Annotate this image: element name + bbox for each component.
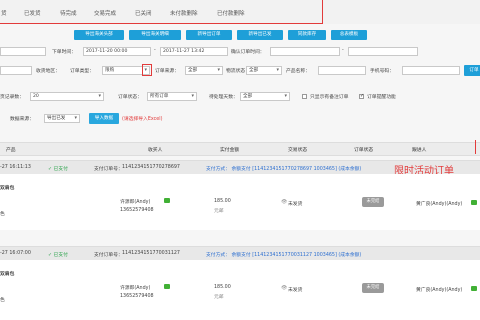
- date-range-dash: -: [154, 48, 156, 53]
- product-name-input[interactable]: [318, 66, 366, 75]
- wechat-icon[interactable]: [164, 198, 170, 203]
- buyer-name: 许源郎(Andy): [120, 286, 151, 291]
- confirm-time-label: 确认订单时间：: [231, 50, 265, 55]
- order-row: 双肩包 色 许源郎(Andy) 13652579408 185.00 元邮 👁 …: [0, 174, 480, 230]
- col-order-status: 订单状态: [354, 148, 374, 153]
- only-remark-checkbox[interactable]: [302, 94, 307, 99]
- trade-status: 未发货: [288, 288, 303, 293]
- pay-no: 1141234151770278697: [122, 165, 180, 170]
- order-type-label: 订单类型：: [70, 69, 94, 74]
- data-source-label: 数据来源：: [10, 117, 34, 122]
- amount: 185.00: [214, 285, 231, 290]
- phone-label: 手机号码：: [370, 69, 394, 74]
- filter-input-left-2[interactable]: [0, 66, 32, 75]
- paid-badge: ✓ 已支付: [48, 253, 68, 258]
- filter-input-left[interactable]: [0, 47, 46, 56]
- product-name: 双肩包: [0, 272, 15, 277]
- order-remind-checkbox[interactable]: [359, 93, 364, 99]
- pay-method: 支付方式： 余额支付 [1141234151770031127 1003465]…: [206, 253, 362, 258]
- col-amount: 实付金额: [220, 148, 240, 153]
- order-status-select[interactable]: 所有订单: [147, 92, 197, 101]
- eye-icon[interactable]: 👁: [281, 286, 287, 291]
- order-time: -27 16:07:00: [0, 251, 31, 256]
- summary-template-button[interactable]: 总表模板: [331, 30, 367, 40]
- col-buyer: 收买人: [148, 148, 163, 153]
- order-type-highlight: [142, 64, 152, 76]
- buyer-name: 许源郎(Andy): [120, 200, 151, 205]
- import-note: (请选择导入Excel): [122, 117, 163, 122]
- new-export-orders-button[interactable]: 新导出订单: [186, 30, 232, 40]
- confirm-range-dash: -: [342, 48, 344, 53]
- order-summary-bar: -27 16:07:00 ✓ 已支付 支付订单号： 11412341517700…: [0, 246, 480, 261]
- paid-label: 已支付: [53, 167, 68, 172]
- amount-note: 元邮: [214, 209, 224, 214]
- export-customs-detail-button[interactable]: 导出海关明细: [129, 30, 181, 40]
- amount: 185.00: [214, 199, 231, 204]
- pay-method: 支付方式： 余额支付 [1141234151770278697 1003465]…: [206, 167, 362, 172]
- order-row: 双肩包 色 许源郎(Andy) 13652579408 185.00 元邮 👁 …: [0, 260, 480, 320]
- col-product: 产品: [6, 148, 16, 153]
- confirm-date-end-input[interactable]: [348, 47, 418, 56]
- region-label: 收货地区：: [36, 69, 60, 74]
- logistics-select[interactable]: 全部: [246, 66, 282, 75]
- trade-status: 未发货: [288, 202, 303, 207]
- only-remark-label: 只显示有备注订单: [310, 95, 349, 100]
- page-size-label: 页记录数：: [0, 95, 24, 100]
- new-export-shipped-button[interactable]: 新导出已发: [237, 30, 283, 40]
- wechat-icon[interactable]: [164, 284, 170, 289]
- order-status-button[interactable]: 未完结: [362, 197, 384, 207]
- eye-icon[interactable]: 👁: [281, 200, 287, 205]
- import-data-button[interactable]: 导入数据: [89, 113, 119, 124]
- confirm-date-start-input[interactable]: [270, 47, 340, 56]
- header-edge-marker: [475, 140, 480, 154]
- pay-no-label: 支付订单号：: [94, 167, 123, 172]
- amount-note: 元邮: [214, 295, 224, 300]
- paid-badge: ✓ 已支付: [48, 167, 68, 172]
- order-source-select[interactable]: 全部: [185, 66, 223, 75]
- same-stock-button[interactable]: 同款库存: [288, 30, 326, 40]
- export-customs-header-button[interactable]: 导出海关头部: [74, 30, 124, 40]
- col-follower: 跟进人: [412, 148, 427, 153]
- data-source-select[interactable]: 导出已发: [44, 114, 80, 123]
- order-date-start-input[interactable]: 2017-11-20 00:00: [83, 47, 151, 56]
- col-trade-status: 交易状态: [288, 148, 308, 153]
- pay-no-label: 支付订单号：: [94, 253, 123, 258]
- follower: 黄广良(Andy)(Andy): [416, 288, 463, 293]
- follower-wechat-icon[interactable]: [471, 286, 477, 291]
- pending-days-label: 待处理天数：: [209, 95, 238, 100]
- phone-input[interactable]: [402, 66, 460, 75]
- page-size-select[interactable]: 20: [30, 92, 104, 101]
- follower: 黄广良(Andy)(Andy): [416, 202, 463, 207]
- tabs-highlight-frame: [0, 0, 323, 24]
- paid-label: 已支付: [53, 253, 68, 258]
- order-remind-label: 订单提醒功能: [367, 95, 396, 100]
- order-date-end-input[interactable]: 2017-11-27 13:42: [160, 47, 228, 56]
- follower-wechat-icon[interactable]: [471, 200, 477, 205]
- order-source-label: 订单来源：: [155, 69, 179, 74]
- product-name: 双肩包: [0, 186, 15, 191]
- orders-table-header: 产品 收买人 实付金额 交易状态 订单状态 跟进人: [0, 142, 480, 156]
- order-status-label: 订单状态：: [118, 95, 142, 100]
- order-time-label: 下单时间：: [52, 50, 76, 55]
- product-variant: 色: [0, 212, 5, 217]
- order-time: -27 16:11:13: [0, 165, 31, 170]
- pending-days-select[interactable]: 全部: [240, 92, 290, 101]
- product-variant: 色: [0, 298, 5, 303]
- buyer-phone: 13652579408: [120, 294, 154, 299]
- order-status-button[interactable]: 未完结: [362, 283, 384, 293]
- buyer-phone: 13652579408: [120, 208, 154, 213]
- product-name-label: 产品名称：: [286, 69, 310, 74]
- pay-no: 1141234151770031127: [122, 251, 180, 256]
- search-orders-button[interactable]: 订单: [464, 65, 480, 76]
